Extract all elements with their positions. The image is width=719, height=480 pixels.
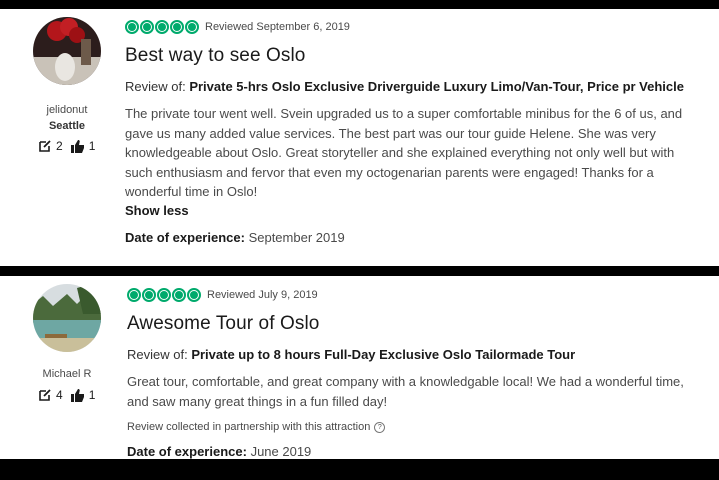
rating-bubbles (125, 20, 199, 34)
rating-bubbles (127, 288, 201, 302)
thumbs-up-icon (70, 139, 85, 153)
rating-bubble-icon (187, 288, 201, 302)
date-of-experience-label: Date of experience: (127, 444, 247, 459)
avatar[interactable] (33, 17, 101, 85)
contributions-count: 2 (56, 139, 63, 153)
avatar[interactable] (33, 284, 101, 352)
rating-bubble-icon (185, 20, 199, 34)
helpful-votes-count: 1 (88, 139, 96, 153)
partner-note-text: Review collected in partnership with thi… (127, 421, 371, 433)
rating-bubble-icon (125, 20, 139, 34)
rating-bubble-icon (155, 20, 169, 34)
info-circle-icon[interactable]: ? (374, 421, 386, 433)
reviewer-location: Seattle (48, 120, 86, 132)
review-of-link[interactable]: Private 5-hrs Oslo Exclusive Driverguide… (189, 79, 684, 94)
review-card: jelidonut Seattle 2 1 Reviewed September… (0, 9, 719, 266)
review-of-link[interactable]: Private up to 8 hours Full-Day Exclusive… (191, 347, 575, 362)
review-of: Review of: Private 5-hrs Oslo Exclusive … (125, 78, 699, 96)
review-of: Review of: Private up to 8 hours Full-Da… (127, 346, 699, 364)
rating-bubble-icon (127, 288, 141, 302)
reviewer-username[interactable]: jelidonut (0, 104, 134, 116)
rating-bubble-icon (172, 288, 186, 302)
date-of-experience: Date of experience: June 2019 (127, 444, 699, 459)
date-of-experience-label: Date of experience: (125, 229, 245, 245)
rating-bubble-icon (170, 20, 184, 34)
thumbs-up-icon (70, 388, 85, 402)
pencil-square-icon (38, 388, 52, 402)
rating-row: Reviewed July 9, 2019 (127, 286, 699, 304)
review-of-label: Review of: (127, 347, 188, 362)
rating-bubble-icon (140, 20, 154, 34)
rating-bubble-icon (157, 288, 171, 302)
rating-bubble-icon (142, 288, 156, 302)
show-less-link[interactable]: Show less (125, 203, 699, 218)
pencil-square-icon (38, 139, 52, 153)
contributions-count: 4 (56, 388, 63, 402)
date-of-experience: Date of experience: September 2019 (125, 230, 699, 245)
date-of-experience-value: June 2019 (250, 444, 312, 459)
review-body: Great tour, comfortable, and great compa… (127, 374, 684, 409)
partner-note: Review collected in partnership with thi… (127, 421, 699, 433)
reviewed-date: Reviewed September 6, 2019 (205, 21, 350, 33)
review-of-label: Review of: (125, 79, 186, 94)
date-of-experience-value: September 2019 (248, 229, 345, 245)
reviewer-username[interactable]: Michael R (0, 368, 134, 380)
review-content: Reviewed September 6, 2019 Best way to s… (125, 18, 699, 245)
review-card: Michael R 4 1 Reviewed July 9, 2019 Awes… (0, 276, 719, 459)
review-title[interactable]: Best way to see Oslo (125, 45, 699, 67)
review-title[interactable]: Awesome Tour of Oslo (127, 313, 699, 335)
reviewer-stats: 4 1 (38, 388, 95, 402)
rating-row: Reviewed September 6, 2019 (125, 18, 699, 36)
reviewer-stats: 2 1 (38, 139, 95, 153)
reviewed-date: Reviewed July 9, 2019 (207, 289, 318, 301)
review-body: The private tour went well. Svein upgrad… (125, 106, 683, 199)
helpful-votes-count: 1 (88, 388, 96, 402)
review-content: Reviewed July 9, 2019 Awesome Tour of Os… (127, 286, 699, 459)
